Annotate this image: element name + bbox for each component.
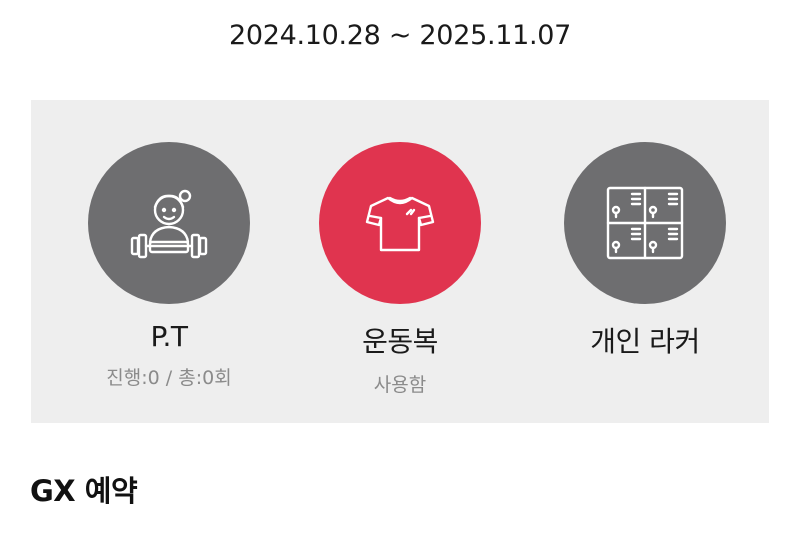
gx-reservation-heading[interactable]: GX 예약: [30, 468, 138, 510]
service-label: 개인 라커: [590, 325, 700, 358]
locker-circle[interactable]: [564, 142, 726, 304]
membership-period: 2024.10.28 ~ 2025.11.07: [228, 20, 572, 51]
services-panel: P.T 진행:0 / 총:0회 운동복 사용함 개인 라커: [31, 100, 769, 423]
service-pt[interactable]: P.T 진행:0 / 총:0회: [49, 142, 289, 390]
shirt-icon: [365, 196, 435, 252]
sportswear-circle[interactable]: [319, 142, 481, 304]
service-sub: 진행:0 / 총:0회: [106, 367, 232, 389]
service-sportswear[interactable]: 운동복 사용함: [280, 142, 520, 397]
service-label: 운동복: [362, 325, 438, 358]
trainer-icon: [130, 189, 208, 259]
locker-icon: [606, 186, 684, 260]
service-label: P.T: [150, 320, 188, 353]
service-locker[interactable]: 개인 라커: [525, 142, 765, 370]
pt-circle[interactable]: [88, 142, 250, 304]
service-sub: 사용함: [373, 374, 427, 396]
